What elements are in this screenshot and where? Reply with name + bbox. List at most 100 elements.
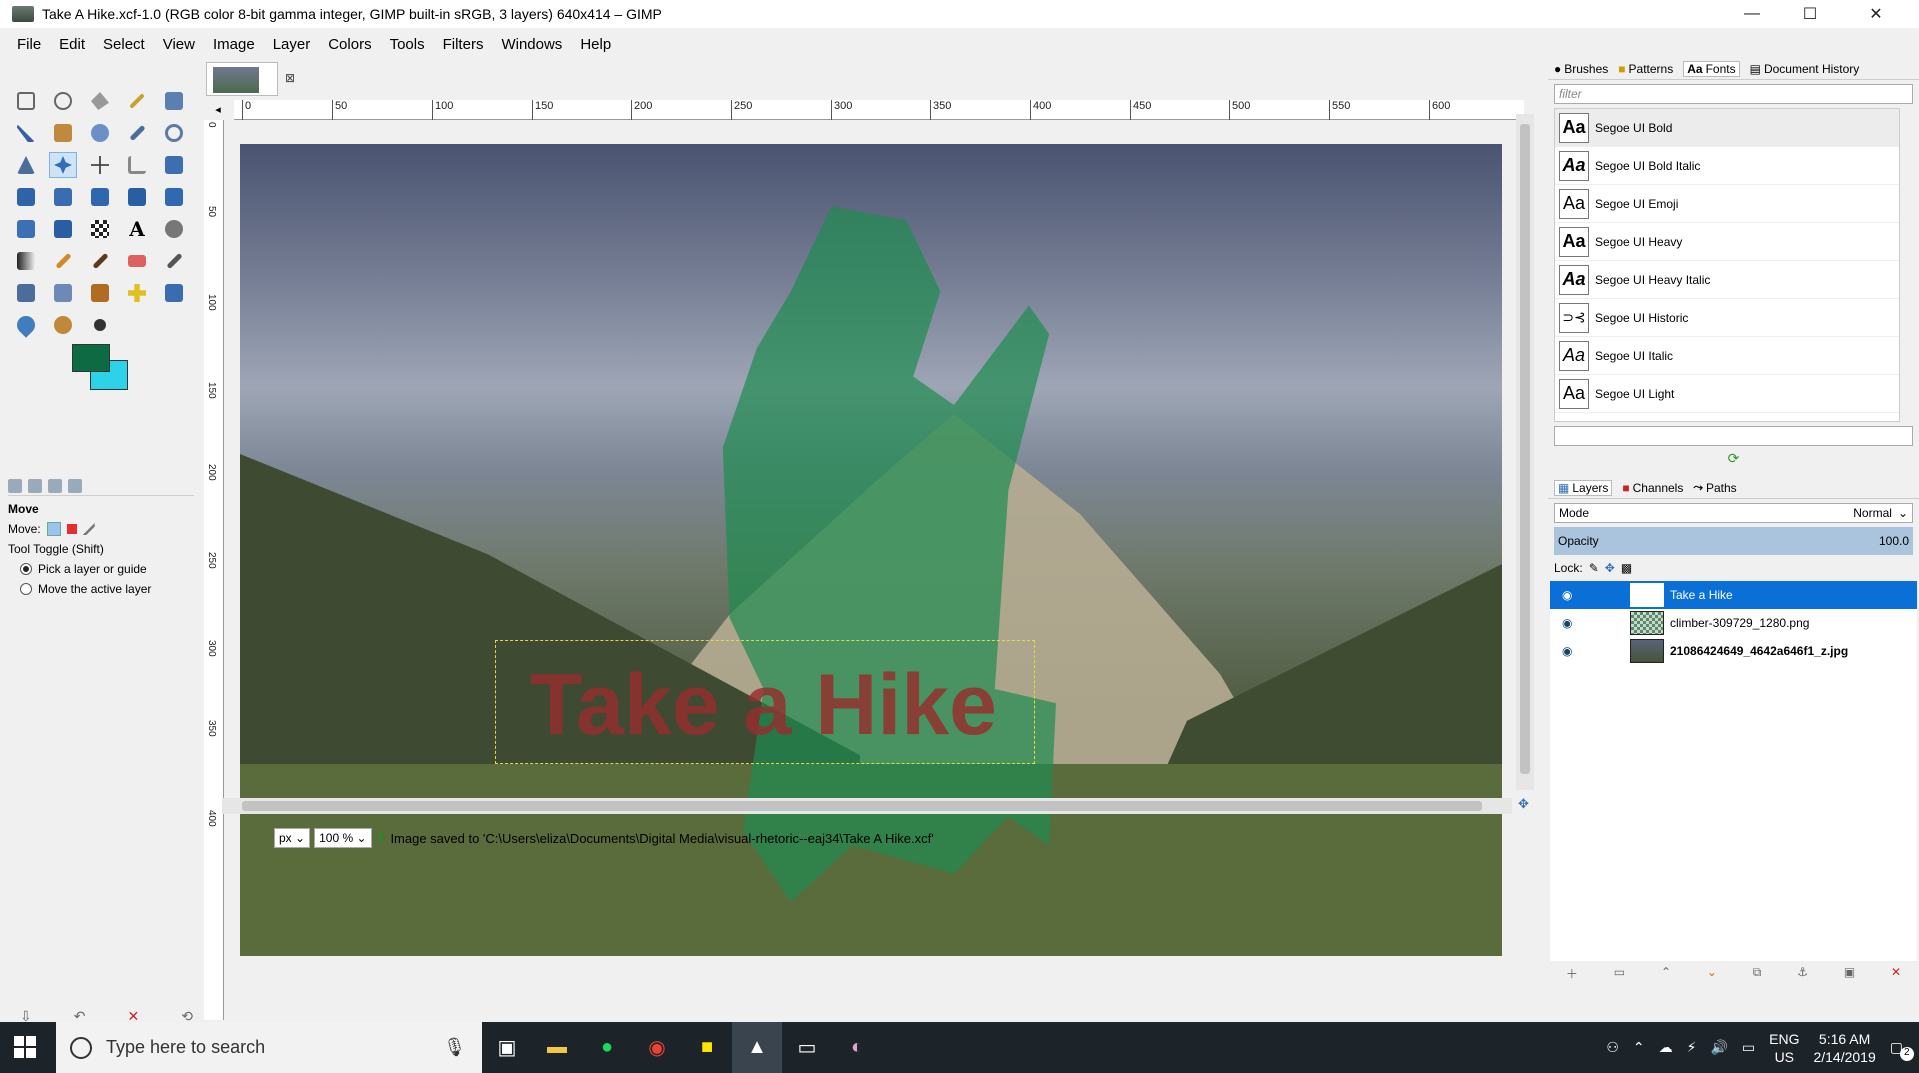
- flip-tool-icon[interactable]: [160, 184, 188, 210]
- menu-windows[interactable]: Windows: [492, 36, 571, 53]
- close-tab-icon[interactable]: ⊠: [285, 71, 295, 85]
- list-item[interactable]: Aa Segoe UI Italic: [1555, 337, 1899, 375]
- list-item[interactable]: Aa Segoe UI Bold: [1555, 109, 1899, 147]
- visibility-eye-icon[interactable]: ◉: [1562, 616, 1582, 630]
- language-indicator[interactable]: ENG US: [1769, 1030, 1799, 1066]
- spotify-icon[interactable]: ●: [582, 1022, 632, 1073]
- align-tool-icon[interactable]: [86, 152, 114, 178]
- network-icon[interactable]: ⚡: [1687, 1039, 1697, 1056]
- terminal-icon[interactable]: ▭: [782, 1022, 832, 1073]
- rect-select-tool-icon[interactable]: [12, 88, 40, 114]
- list-item[interactable]: Aa Segoe UI Heavy: [1555, 223, 1899, 261]
- chrome-icon[interactable]: ◉: [632, 1022, 682, 1073]
- tool-options-tab-icon[interactable]: [8, 478, 22, 493]
- zoom-selector[interactable]: 100 % ⌄: [314, 828, 372, 848]
- minimize-button[interactable]: —: [1724, 0, 1780, 28]
- unit-selector[interactable]: px ⌄: [274, 828, 311, 848]
- device-status-tab-icon[interactable]: [28, 478, 42, 493]
- unified-transform-tool-icon[interactable]: [160, 152, 188, 178]
- visibility-eye-icon[interactable]: ◉: [1562, 644, 1582, 658]
- task-view-icon[interactable]: ▣: [482, 1022, 532, 1073]
- tab-document-history[interactable]: ▤ Document History: [1750, 62, 1860, 76]
- file-explorer-icon[interactable]: ▬: [532, 1022, 582, 1073]
- lock-pixels-icon[interactable]: ✎: [1589, 561, 1599, 575]
- duplicate-layer-icon[interactable]: ⧉: [1753, 965, 1762, 982]
- tab-channels[interactable]: ■ Channels: [1622, 481, 1683, 495]
- people-icon[interactable]: ⚇: [1606, 1039, 1619, 1056]
- select-by-color-tool-icon[interactable]: [160, 88, 188, 114]
- zoom-tool-icon[interactable]: [160, 120, 188, 146]
- menu-edit[interactable]: Edit: [50, 36, 94, 53]
- bucket-fill-tool-icon[interactable]: [160, 216, 188, 242]
- move-selection-mode-icon[interactable]: [66, 524, 77, 534]
- tab-paths[interactable]: ⤳ Paths: [1693, 480, 1736, 495]
- rotate-tool-icon[interactable]: [12, 184, 40, 210]
- foreground-select-tool-icon[interactable]: [49, 120, 77, 146]
- move-tool-icon[interactable]: [49, 152, 77, 178]
- images-tab-icon[interactable]: [68, 478, 82, 493]
- paintbrush-tool-icon[interactable]: [86, 248, 114, 274]
- layer-row[interactable]: ◉ climber-309729_1280.png: [1550, 609, 1917, 637]
- paint-icon[interactable]: ◐: [832, 1022, 882, 1073]
- move-active-layer-option[interactable]: Move the active layer: [20, 582, 194, 596]
- action-center-icon[interactable]: ▢ 2: [1890, 1039, 1914, 1061]
- font-tag-input[interactable]: [1554, 426, 1913, 446]
- horizontal-scroll-thumb[interactable]: [242, 801, 1482, 811]
- perspective-clone-tool-icon[interactable]: [160, 280, 188, 306]
- anchor-layer-icon[interactable]: ⚓: [1797, 965, 1808, 982]
- layer-row[interactable]: ◉ 21086424649_4642a646f1_z.jpg: [1550, 637, 1917, 665]
- canvas-vertical-scrollbar[interactable]: [1516, 114, 1534, 790]
- opacity-slider[interactable]: Opacity 100.0: [1554, 527, 1913, 555]
- free-select-tool-icon[interactable]: [86, 88, 114, 114]
- list-item[interactable]: Aa Segoe UI Heavy Italic: [1555, 261, 1899, 299]
- raise-layer-icon[interactable]: ⌃: [1661, 965, 1671, 982]
- paths-tool-icon[interactable]: [86, 120, 114, 146]
- handle-transform-tool-icon[interactable]: [86, 216, 114, 242]
- maximize-button[interactable]: ☐: [1782, 0, 1838, 28]
- airbrush-tool-icon[interactable]: [160, 248, 188, 274]
- vertical-scroll-thumb[interactable]: [1520, 124, 1530, 774]
- menu-view[interactable]: View: [154, 36, 204, 53]
- color-picker-tool-icon[interactable]: [123, 120, 151, 146]
- menu-filters[interactable]: Filters: [434, 36, 493, 53]
- warp-transform-tool-icon[interactable]: [49, 216, 77, 242]
- move-layer-mode-icon[interactable]: [46, 522, 61, 536]
- text-tool-icon[interactable]: A: [123, 216, 151, 242]
- windows-start-icon[interactable]: [14, 1036, 36, 1058]
- blur-tool-icon[interactable]: [12, 312, 40, 338]
- blend-tool-icon[interactable]: [12, 248, 40, 274]
- menu-image[interactable]: Image: [204, 36, 264, 53]
- layer-row[interactable]: ◉ Take a Hike: [1550, 581, 1917, 609]
- lock-position-icon[interactable]: ✥: [1605, 561, 1615, 575]
- fonts-filter-input[interactable]: filter: [1554, 84, 1913, 104]
- undo-history-tab-icon[interactable]: [48, 478, 62, 493]
- visibility-eye-icon[interactable]: ◉: [1562, 588, 1582, 602]
- pick-layer-option[interactable]: Pick a layer or guide: [20, 562, 194, 576]
- battery-icon[interactable]: ▭: [1742, 1039, 1755, 1056]
- dodge-burn-tool-icon[interactable]: [86, 312, 114, 338]
- heal-tool-icon[interactable]: [123, 280, 151, 306]
- foreground-color-swatch[interactable]: [72, 344, 110, 372]
- mypaint-brush-tool-icon[interactable]: [49, 280, 77, 306]
- delete-layer-icon[interactable]: ✕: [1891, 965, 1901, 982]
- image-tab[interactable]: ⊠: [206, 62, 295, 96]
- menu-file[interactable]: File: [8, 36, 50, 53]
- mask-layer-icon[interactable]: ▣: [1844, 965, 1855, 982]
- menu-colors[interactable]: Colors: [319, 36, 380, 53]
- tab-brushes[interactable]: ● Brushes: [1554, 62, 1608, 76]
- list-item[interactable]: ⊃⊰ Segoe UI Historic: [1555, 299, 1899, 337]
- ink-tool-icon[interactable]: [12, 280, 40, 306]
- tab-layers[interactable]: ▦ Layers: [1554, 479, 1613, 496]
- lower-layer-icon[interactable]: ⌄: [1707, 965, 1717, 982]
- clone-tool-icon[interactable]: [86, 280, 114, 306]
- canvas-horizontal-scrollbar[interactable]: [222, 798, 1512, 814]
- new-layer-group-icon[interactable]: ▭: [1614, 965, 1625, 982]
- lock-alpha-icon[interactable]: ▩: [1621, 561, 1632, 575]
- clock[interactable]: 5:16 AM 2/14/2019: [1813, 1030, 1875, 1066]
- refresh-fonts-icon[interactable]: ⟳: [1548, 450, 1919, 467]
- scissors-tool-icon[interactable]: [12, 120, 40, 146]
- show-hidden-icons-icon[interactable]: ⌃: [1633, 1039, 1645, 1056]
- ellipse-select-tool-icon[interactable]: [49, 88, 77, 114]
- move-active-layer-radio[interactable]: [20, 583, 32, 595]
- list-item[interactable]: Aa Segoe UI Bold Italic: [1555, 147, 1899, 185]
